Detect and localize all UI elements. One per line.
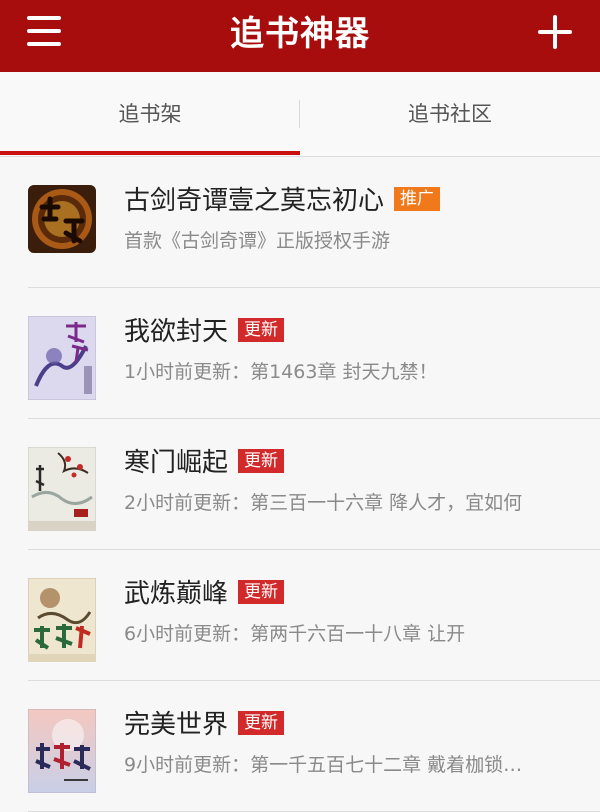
list-item[interactable]: 我欲封天 更新 1小时前更新：第1463章 封天九禁！ (0, 288, 600, 419)
tab-community[interactable]: 追书社区 (300, 72, 600, 156)
tab-bookshelf[interactable]: 追书架 (0, 72, 300, 156)
list-item[interactable]: 寒门崛起 更新 2小时前更新：第三百一十六章 降人才，宜如何 (0, 419, 600, 550)
book-subtitle: 9小时前更新：第一千五百七十二章 戴着枷锁… (124, 754, 523, 776)
list-item[interactable]: 古剑奇谭壹之莫忘初心 推广 首款《古剑奇谭》正版授权手游 (0, 157, 600, 288)
book-cover (28, 447, 96, 531)
update-badge: 更新 (238, 580, 285, 604)
book-title: 武炼巅峰 (124, 579, 229, 609)
book-cover (28, 578, 96, 662)
book-list: 古剑奇谭壹之莫忘初心 推广 首款《古剑奇谭》正版授权手游 我欲封天 更新 1小时… (0, 157, 600, 812)
update-badge: 更新 (238, 449, 285, 473)
book-title: 完美世界 (124, 710, 229, 740)
title-line: 完美世界 更新 (124, 707, 285, 743)
book-cover (28, 316, 96, 400)
book-subtitle: 6小时前更新：第两千六百一十八章 让开 (124, 623, 466, 645)
book-title: 我欲封天 (124, 317, 229, 347)
book-cover (28, 185, 96, 269)
update-badge: 更新 (238, 318, 285, 342)
book-title: 古剑奇谭壹之莫忘初心 (124, 186, 385, 216)
book-title: 寒门崛起 (124, 448, 229, 478)
app-screen: 追书神器 追书架 追书社区 古剑奇谭壹之莫忘初心 推广 首款《古剑奇谭》正版授权… (0, 0, 600, 812)
update-badge: 更新 (238, 711, 285, 735)
list-item[interactable]: 完美世界 更新 9小时前更新：第一千五百七十二章 戴着枷锁… (0, 681, 600, 812)
title-line: 寒门崛起 更新 (124, 445, 285, 481)
book-subtitle: 首款《古剑奇谭》正版授权手游 (124, 230, 391, 252)
plus-icon[interactable] (536, 14, 574, 52)
promo-badge: 推广 (394, 187, 441, 211)
top-bar: 追书神器 (0, 0, 600, 72)
hamburger-menu-icon[interactable] (22, 16, 66, 56)
book-subtitle: 1小时前更新：第1463章 封天九禁！ (124, 361, 438, 383)
title-line: 我欲封天 更新 (124, 314, 285, 350)
app-title: 追书神器 (230, 14, 370, 54)
book-cover (28, 709, 96, 793)
book-subtitle: 2小时前更新：第三百一十六章 降人才，宜如何 (124, 492, 523, 514)
tab-bar: 追书架 追书社区 (0, 72, 600, 157)
active-tab-indicator (0, 151, 300, 155)
list-item[interactable]: 武炼巅峰 更新 6小时前更新：第两千六百一十八章 让开 (0, 550, 600, 681)
title-line: 武炼巅峰 更新 (124, 576, 285, 612)
title-line: 古剑奇谭壹之莫忘初心 推广 (124, 183, 441, 219)
